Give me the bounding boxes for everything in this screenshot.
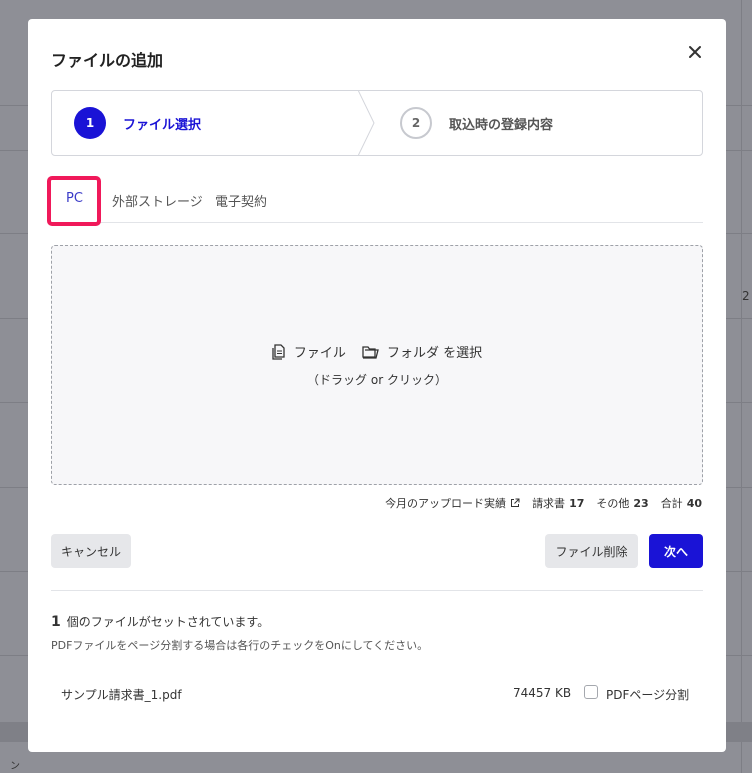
- other-label: その他: [596, 497, 630, 510]
- step-chevron-icon: [357, 91, 375, 155]
- add-file-dialog: ファイルの追加 1 ファイル選択 2 取込時の登録内容 PC 外部ストレージ 電…: [28, 19, 726, 752]
- step-import-settings: 2 取込時の登録内容: [400, 91, 553, 155]
- uploads-label: 今月のアップロード実績: [385, 497, 507, 510]
- step-file-select: 1 ファイル選択: [74, 91, 201, 155]
- background-col-line: [741, 0, 742, 773]
- tab-pc[interactable]: PC: [66, 191, 83, 206]
- step-label: 取込時の登録内容: [449, 117, 554, 133]
- close-icon: [689, 46, 701, 58]
- invoice-label: 請求書: [532, 497, 566, 510]
- step-number: 2: [400, 107, 432, 139]
- file-icon: [272, 343, 286, 360]
- file-select-link[interactable]: ファイル: [294, 342, 346, 361]
- tab-e-contract[interactable]: 電子契約: [215, 191, 267, 210]
- other-count: 23: [633, 496, 649, 510]
- file-dropzone[interactable]: ファイル フォルダ を選択 （ドラッグ or クリック）: [51, 245, 703, 485]
- next-button[interactable]: 次へ: [649, 534, 703, 568]
- dropzone-actions: ファイル フォルダ を選択: [52, 342, 702, 361]
- delete-file-button[interactable]: ファイル削除: [545, 534, 638, 568]
- stepper: 1 ファイル選択 2 取込時の登録内容: [51, 90, 703, 156]
- folder-select-link[interactable]: フォルダ を選択: [387, 342, 482, 361]
- background-cell-text: 2: [742, 289, 750, 303]
- total-count: 40: [686, 496, 702, 510]
- file-count: 1: [51, 614, 61, 630]
- file-count-text: 個のファイルがセットされています。: [66, 615, 270, 629]
- file-name: サンプル請求書_1.pdf: [61, 688, 182, 702]
- step-number: 1: [74, 107, 106, 139]
- file-size: 74457 KB: [513, 686, 572, 700]
- tab-external-storage[interactable]: 外部ストレージ: [112, 191, 203, 210]
- invoice-count: 17: [569, 496, 585, 510]
- background-bottom-text: ン: [10, 761, 20, 772]
- source-tabs: PC 外部ストレージ 電子契約: [47, 176, 703, 226]
- external-link-icon[interactable]: [510, 498, 520, 508]
- step-label: ファイル選択: [123, 117, 202, 133]
- dropzone-hint: （ドラッグ or クリック）: [307, 373, 447, 387]
- total-label: 合計: [660, 497, 683, 510]
- dialog-title: ファイルの追加: [51, 51, 164, 70]
- pdf-split-label[interactable]: PDFページ分割: [606, 686, 689, 703]
- divider: [51, 590, 703, 591]
- folder-icon: [362, 345, 379, 359]
- file-count-summary: 1 個のファイルがセットされています。: [51, 613, 269, 630]
- upload-stats: 今月のアップロード実績 請求書 17 その他 23 合計 40: [385, 495, 702, 511]
- file-list-item: サンプル請求書_1.pdf 74457 KB PDFページ分割: [51, 675, 703, 711]
- cancel-button[interactable]: キャンセル: [51, 534, 131, 568]
- close-button[interactable]: [684, 41, 706, 63]
- pdf-split-checkbox[interactable]: [584, 685, 598, 699]
- split-note: PDFファイルをページ分割する場合は各行のチェックをOnにしてください。: [51, 639, 429, 652]
